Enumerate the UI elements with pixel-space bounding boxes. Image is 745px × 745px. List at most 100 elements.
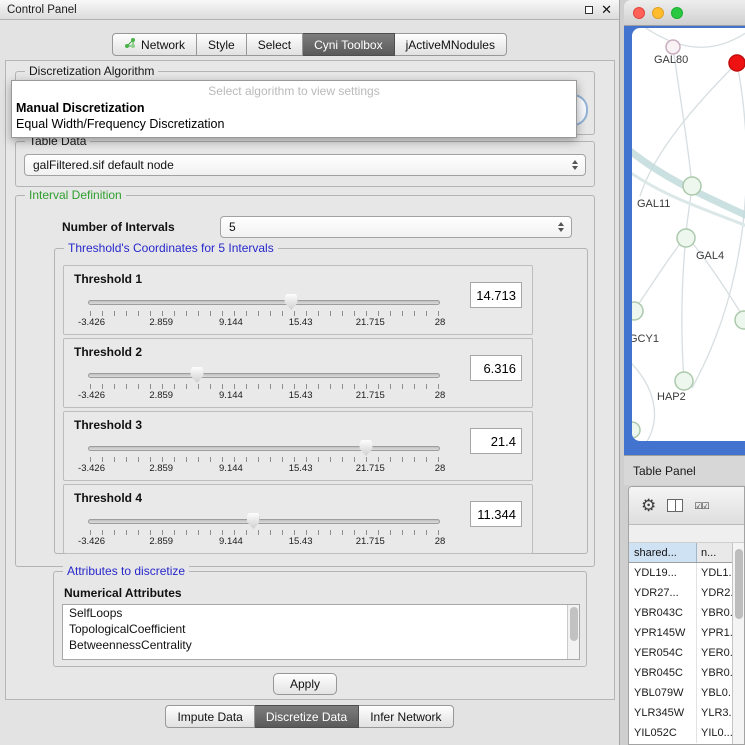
threshold-slider-track[interactable] xyxy=(88,446,440,451)
threshold-slider-track[interactable] xyxy=(88,373,440,378)
minimize-traffic-light-icon[interactable] xyxy=(652,7,664,19)
threshold-value-field[interactable]: 6.316 xyxy=(470,355,522,381)
dropdown-option-manual-discretization[interactable]: Manual Discretization xyxy=(12,100,576,116)
table-row[interactable]: YBL079W YBL0... xyxy=(629,683,732,703)
threshold-value-field[interactable]: 11.344 xyxy=(470,501,522,527)
table-row[interactable]: YPR145W YPR1... xyxy=(629,623,732,643)
network-window-titlebar xyxy=(624,0,745,26)
tab-label: Discretize Data xyxy=(266,710,347,724)
table-cell: YBR0... xyxy=(697,663,732,683)
column-header-shared-name[interactable]: shared... xyxy=(629,543,697,562)
tab-impute-data[interactable]: Impute Data xyxy=(165,705,254,728)
close-icon[interactable]: ✕ xyxy=(601,3,612,16)
table-cell: YBR0... xyxy=(697,603,732,623)
node-hap2[interactable] xyxy=(675,372,693,390)
tab-label: Style xyxy=(208,38,235,52)
table-scrollbar-thumb[interactable] xyxy=(735,549,743,619)
threshold-slider-thumb[interactable] xyxy=(191,367,204,383)
dropdown-option-equal-width[interactable]: Equal Width/Frequency Discretization xyxy=(12,116,576,132)
column-chooser-icon[interactable] xyxy=(667,499,683,512)
threshold-slider-thumb[interactable] xyxy=(285,294,298,310)
node-edge-cut[interactable] xyxy=(735,311,745,329)
tab-jactivemnodules[interactable]: jActiveMNodules xyxy=(395,33,507,56)
table-row[interactable]: YDL19... YDL1... xyxy=(629,563,732,583)
number-of-intervals-label: Number of Intervals xyxy=(62,220,175,234)
tab-infer-network[interactable]: Infer Network xyxy=(359,705,453,728)
threshold-slider: -3.426 2.859 9.144 15.43 21.715 28 xyxy=(88,293,440,333)
attributes-scrollbar[interactable] xyxy=(567,605,579,659)
node-gal11[interactable] xyxy=(683,177,701,195)
attribute-list-item[interactable]: SelfLoops xyxy=(63,605,579,621)
table-header-row: shared... n... xyxy=(629,543,732,563)
panel-tab-bar: Network Style Select Cyni Toolbox jActiv… xyxy=(0,33,619,56)
attributes-group-label: Attributes to discretize xyxy=(63,564,189,578)
number-of-intervals-value: 5 xyxy=(229,220,236,234)
table-panel-spacer xyxy=(629,525,744,543)
window-title: Control Panel xyxy=(7,4,77,16)
table-cell: YLR3... xyxy=(697,703,732,723)
tick-label: 2.859 xyxy=(149,536,173,547)
node-gcy1[interactable] xyxy=(632,302,643,320)
attribute-list-item[interactable]: BetweennessCentrality xyxy=(63,637,579,653)
node-gal4[interactable] xyxy=(677,229,695,247)
table-row[interactable]: YER054C YER0... xyxy=(629,643,732,663)
table-row[interactable]: YLR345W YLR3... xyxy=(629,703,732,723)
threshold-value-field[interactable]: 21.4 xyxy=(470,428,522,454)
threshold-row: Threshold 2 -3.426 2.859 9.144 xyxy=(63,338,533,408)
column-header-name[interactable]: n... xyxy=(697,543,732,562)
node-gal80[interactable] xyxy=(666,40,680,54)
threshold-slider-thumb[interactable] xyxy=(247,513,260,529)
threshold-slider: -3.426 2.859 9.144 15.43 21.715 28 xyxy=(88,439,440,479)
cyni-mode-tab-bar: Impute Data Discretize Data Infer Networ… xyxy=(0,705,619,728)
node-selected-red[interactable] xyxy=(729,55,745,71)
slider-ticks xyxy=(90,311,439,316)
attribute-list-item[interactable]: TopologicalCoefficient xyxy=(63,621,579,637)
number-of-intervals-combobox[interactable]: 5 xyxy=(220,216,572,238)
tab-label: jActiveMNodules xyxy=(406,38,495,52)
threshold-value-field[interactable]: 14.713 xyxy=(470,282,522,308)
slider-tick-labels: -3.426 2.859 9.144 15.43 21.715 28 xyxy=(88,536,440,548)
tab-discretize-data[interactable]: Discretize Data xyxy=(255,705,359,728)
dropdown-placeholder-item[interactable]: Select algorithm to view settings xyxy=(12,84,576,100)
table-row[interactable]: YIL052C YIL0... xyxy=(629,723,732,743)
gear-icon[interactable]: ⚙ xyxy=(641,497,656,514)
select-columns-icon[interactable]: ☑☑ xyxy=(694,502,708,510)
table-row[interactable]: YBR043C YBR0... xyxy=(629,603,732,623)
table-rows: YDL19... YDL1... YDR27... YDR2... YBR043… xyxy=(629,563,732,744)
node-edge-cut[interactable] xyxy=(632,422,640,438)
tab-network[interactable]: Network xyxy=(112,33,197,56)
float-window-icon[interactable] xyxy=(585,6,593,14)
table-cell: YPR145W xyxy=(629,623,697,643)
attributes-scrollbar-thumb[interactable] xyxy=(570,607,578,641)
table-panel-title-text: Table Panel xyxy=(633,464,696,478)
apply-button[interactable]: Apply xyxy=(273,673,337,695)
tick-label: -3.426 xyxy=(78,390,105,401)
table-row[interactable]: YDR27... YDR2... xyxy=(629,583,732,603)
thresholds-group: Threshold's Coordinates for 5 Intervals … xyxy=(54,248,588,554)
tick-label: 15.43 xyxy=(289,463,313,474)
table-cell: YER054C xyxy=(629,643,697,663)
node-label-gal80: GAL80 xyxy=(654,54,688,66)
table-data-group: Table Data galFiltered.sif default node xyxy=(15,141,595,187)
table-data-combobox[interactable]: galFiltered.sif default node xyxy=(24,154,586,176)
threshold-slider-track[interactable] xyxy=(88,300,440,305)
tab-select[interactable]: Select xyxy=(247,33,303,56)
table-cell: YBL0... xyxy=(697,683,732,703)
tab-label: Infer Network xyxy=(370,710,441,724)
zoom-traffic-light-icon[interactable] xyxy=(671,7,683,19)
close-traffic-light-icon[interactable] xyxy=(633,7,645,19)
tab-label: Network xyxy=(141,38,185,52)
tab-style[interactable]: Style xyxy=(197,33,247,56)
threshold-slider-track[interactable] xyxy=(88,519,440,524)
tick-label: 21.715 xyxy=(356,463,385,474)
threshold-row: Threshold 4 -3.426 2.859 9.144 xyxy=(63,484,533,554)
table-cell: YIL052C xyxy=(629,723,697,743)
network-canvas[interactable]: GAL80 GAL11 GAL4 GCY1 HAP2 xyxy=(632,28,745,441)
table-data-selected-value: galFiltered.sif default node xyxy=(33,158,174,172)
threshold-slider-thumb[interactable] xyxy=(360,440,373,456)
tab-cyni-toolbox[interactable]: Cyni Toolbox xyxy=(303,33,394,56)
table-row[interactable]: YBR045C YBR0... xyxy=(629,663,732,683)
table-panel-toolbar: ⚙ ☑☑ xyxy=(629,487,744,525)
tick-label: 21.715 xyxy=(356,390,385,401)
table-scrollbar[interactable] xyxy=(732,543,744,744)
